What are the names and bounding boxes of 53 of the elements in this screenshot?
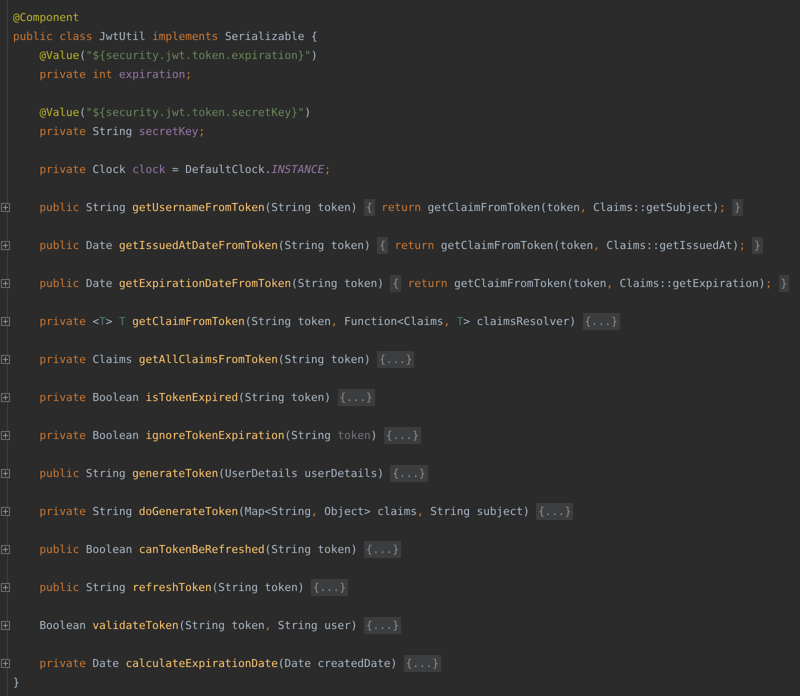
folded-code[interactable]: } <box>752 237 763 254</box>
plus-box-icon[interactable] <box>1 279 10 288</box>
folded-code[interactable]: {...} <box>390 465 428 482</box>
plus-box-icon[interactable] <box>1 393 10 402</box>
code-text: public String refreshToken(String token) <box>39 580 304 596</box>
plus-box-icon[interactable] <box>1 431 10 440</box>
code-text: public String generateToken(UserDetails userDetails) <box>39 466 384 482</box>
folded-code[interactable]: {...} <box>377 351 414 368</box>
folded-code[interactable]: { <box>390 275 402 292</box>
plus-box-icon[interactable] <box>1 621 10 630</box>
code-text: private String secretKey; <box>39 124 206 140</box>
folded-code[interactable]: { <box>377 237 388 254</box>
folded-code[interactable]: {...} <box>582 313 620 330</box>
code-text: return getClaimFromToken(token, Claims::getSubject); <box>381 200 726 216</box>
code-text: private Clock clock = DefaultClock.INSTANCE; <box>39 162 331 178</box>
code-text: public String getUsernameFromToken(String token) <box>39 200 358 216</box>
code-text: return getClaimFromToken(token, Claims::getExpiration); <box>408 276 772 292</box>
code-text: public class JwtUtil implements Serializable { <box>13 29 318 45</box>
plus-box-icon[interactable] <box>1 583 10 592</box>
code-text: private int expiration; <box>39 67 192 83</box>
folded-code[interactable]: } <box>732 199 743 216</box>
plus-box-icon[interactable] <box>1 241 10 250</box>
code-text: public Date getExpirationDateFromToken(String token) <box>39 276 384 292</box>
plus-box-icon[interactable] <box>1 469 10 478</box>
code-text: public Boolean canTokenBeRefreshed(String token) <box>39 542 358 558</box>
folded-code[interactable]: } <box>778 275 790 292</box>
plus-box-icon[interactable] <box>1 545 10 554</box>
code-text: @Value("${security.jwt.token.secretKey}") <box>39 105 312 121</box>
code-text: public Date getIssuedAtDateFromToken(String token) <box>39 238 371 254</box>
code-text: private Date calculateExpirationDate(Date createdDate) <box>39 656 398 672</box>
plus-box-icon[interactable] <box>1 317 10 326</box>
code-text: @Component <box>13 10 80 26</box>
code-text: private <T> T getClaimFromToken(String token, Function<Claims, T> claimsResolver) <box>39 314 576 330</box>
code-text: private Boolean isTokenExpired(String token) <box>39 390 331 406</box>
folded-code[interactable]: {...} <box>536 503 574 520</box>
plus-box-icon[interactable] <box>1 203 10 212</box>
code-text: private String doGenerateToken(Map<String, Object> claims, String subject) <box>39 504 530 520</box>
code-text: Boolean validateToken(String token, String user) <box>39 618 358 634</box>
code-text: } <box>13 675 20 691</box>
plus-box-icon[interactable] <box>1 355 10 364</box>
plus-box-icon[interactable] <box>1 507 10 516</box>
folded-code[interactable]: {...} <box>384 427 421 444</box>
folded-code[interactable]: {...} <box>404 655 441 672</box>
folded-code[interactable]: {...} <box>364 617 402 634</box>
code-text: @Value("${security.jwt.token.expiration}") <box>39 48 318 64</box>
code-text: private Boolean ignoreTokenExpiration(String token) <box>39 428 378 444</box>
plus-box-icon[interactable] <box>1 659 10 668</box>
folded-code[interactable]: { <box>364 199 375 216</box>
code-text: private Claims getAllClaimsFromToken(String token) <box>39 352 371 368</box>
code-text: return getClaimFromToken(token, Claims::getIssuedAt); <box>394 238 746 254</box>
folded-code[interactable]: {...} <box>311 579 348 596</box>
folded-code[interactable]: {...} <box>364 541 402 558</box>
folded-code[interactable]: {...} <box>338 389 375 406</box>
